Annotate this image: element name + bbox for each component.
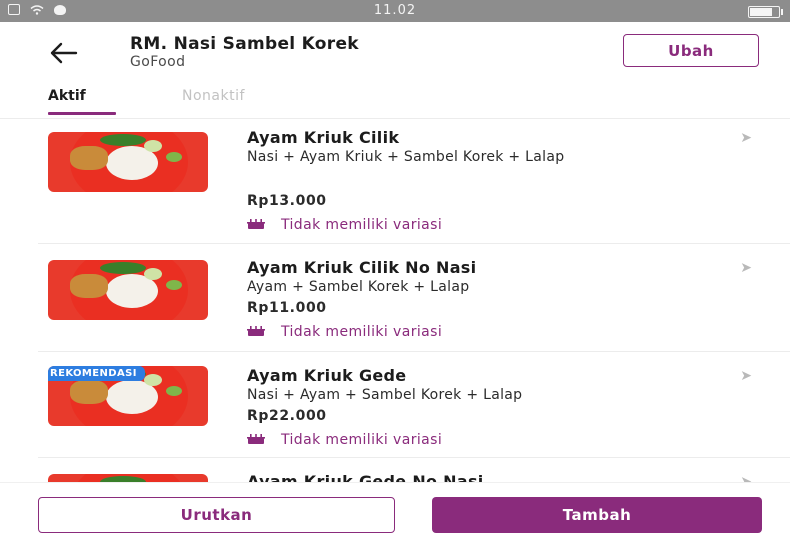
tab-bar: Aktif Nonaktif [0,82,790,119]
battery-level [750,8,773,16]
food-image: REKOMENDASI [48,366,208,426]
pot-icon [247,219,265,229]
item-price: Rp22.000 [247,408,327,424]
pot-icon [247,434,265,444]
recommendation-badge: REKOMENDASI [48,366,145,381]
battery-icon [748,6,783,18]
food-image [48,132,208,192]
chevron-right-icon: ➤ [740,474,752,482]
header: RM. Nasi Sambel Korek GoFood Ubah [0,22,790,82]
arrow-left-icon[interactable] [46,38,82,68]
item-variant: Tidak memiliki variasi [247,324,442,340]
list-item[interactable]: REKOMENDASI Ayam Kriuk Gede Nasi + Ayam … [38,352,790,458]
item-variant: Tidak memiliki variasi [247,217,442,233]
status-bar: 11.02 [0,0,790,22]
list-item[interactable]: Ayam Kriuk Cilik Nasi + Ayam Kriuk + Sam… [38,118,790,244]
item-variant: Tidak memiliki variasi [247,432,442,448]
list-item[interactable]: Ayam Kriuk Gede No Nasi ➤ [38,458,790,482]
page-title: RM. Nasi Sambel Korek [130,34,359,54]
tab-nonaktif[interactable]: Nonaktif [182,88,245,104]
item-name: Ayam Kriuk Gede [247,366,407,385]
item-description: Ayam + Sambel Korek + Lalap [247,279,470,295]
food-image [48,260,208,320]
sort-button[interactable]: Urutkan [38,497,395,533]
status-time: 11.02 [373,3,417,18]
page-subtitle: GoFood [130,54,186,70]
bottom-bar: Urutkan Tambah [0,482,790,534]
item-description: Nasi + Ayam Kriuk + Sambel Korek + Lalap [247,149,565,165]
chevron-right-icon: ➤ [740,130,752,146]
variant-label: Tidak memiliki variasi [281,217,443,233]
active-tab-indicator [48,112,116,115]
item-name: Ayam Kriuk Cilik [247,128,400,147]
item-price: Rp11.000 [247,300,327,316]
tab-aktif[interactable]: Aktif [48,88,86,104]
edit-button[interactable]: Ubah [623,34,759,67]
menu-list: Ayam Kriuk Cilik Nasi + Ayam Kriuk + Sam… [0,118,790,482]
item-name: Ayam Kriuk Cilik No Nasi [247,258,477,277]
variant-label: Tidak memiliki variasi [281,324,443,340]
item-name: Ayam Kriuk Gede No Nasi [247,472,484,482]
pot-icon [247,326,265,336]
variant-label: Tidak memiliki variasi [281,432,443,448]
list-item[interactable]: Ayam Kriuk Cilik No Nasi Ayam + Sambel K… [38,244,790,352]
item-price: Rp13.000 [247,193,327,209]
chevron-right-icon: ➤ [740,260,752,276]
food-image [48,474,208,482]
item-description: Nasi + Ayam + Sambel Korek + Lalap [247,387,523,403]
chevron-right-icon: ➤ [740,368,752,384]
add-button[interactable]: Tambah [432,497,762,533]
